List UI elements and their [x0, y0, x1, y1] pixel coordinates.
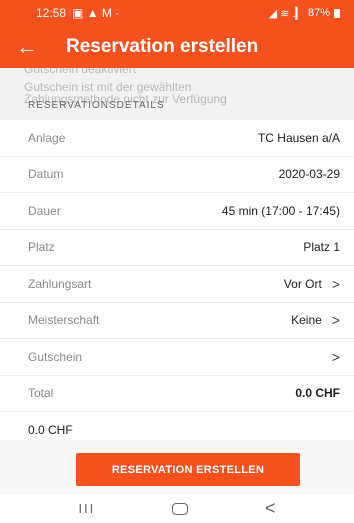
row-label: Total — [28, 386, 54, 401]
battery-percent: 87% — [307, 7, 330, 19]
system-nav-bar: III < — [0, 494, 354, 523]
row-value: Keine — [291, 313, 322, 328]
row-value-group: > — [322, 349, 340, 365]
battery-icon — [334, 8, 340, 18]
row-label: Anlage — [28, 130, 66, 145]
create-reservation-button[interactable]: RESERVATION ERSTELLEN — [76, 453, 300, 486]
page-title: Reservation erstellen — [66, 36, 259, 57]
row-value: 2020-03-29 — [278, 167, 340, 182]
status-right: ◢ ≋ .▎ 87% — [269, 7, 340, 20]
recents-icon[interactable]: III — [78, 501, 95, 516]
status-bar: 12:58 ▣ ▲ M · ◢ ≋ .▎ 87% — [0, 0, 354, 26]
row-value: Platz 1 — [303, 240, 340, 255]
price-value: 0.0 CHF — [28, 423, 73, 438]
row-value: Vor Ort — [283, 276, 322, 291]
row-value: 45 min (17:00 - 17:45) — [221, 203, 340, 218]
notice-line-1: Gutschein deaktiviert — [24, 68, 137, 76]
home-icon[interactable] — [172, 502, 189, 515]
row-value-group: Keine > — [291, 312, 340, 328]
app-bar: ← Reservation erstellen — [0, 26, 354, 68]
row-label: Datum — [28, 167, 64, 182]
row-total: Total 0.0 CHF — [0, 376, 354, 412]
chevron-right-icon: > — [331, 312, 340, 329]
row-gutschein[interactable]: Gutschein > — [0, 339, 354, 376]
notification-icons: ▣ ▲ M · — [72, 6, 120, 20]
back-icon[interactable]: < — [265, 498, 276, 519]
row-label: Zahlungsart — [28, 276, 92, 291]
row-value: TC Hausen a/A — [257, 130, 340, 145]
row-value-group: Vor Ort > — [284, 276, 340, 292]
total-value: 0.0 CHF — [295, 386, 340, 401]
chevron-right-icon: > — [331, 275, 340, 292]
row-label: Platz — [28, 240, 55, 255]
row-zahlungsart[interactable]: Zahlungsart Vor Ort > — [0, 266, 354, 303]
status-left: 12:58 ▣ ▲ M · — [36, 6, 119, 20]
voucher-disabled-notice: Gutschein deaktiviert Gutschein ist mit … — [0, 68, 354, 120]
row-label: Gutschein — [28, 349, 83, 364]
row-datum: Datum 2020-03-29 — [0, 157, 354, 193]
section-header: RESERVATIONSDETAILS — [28, 100, 165, 111]
chevron-right-icon: > — [331, 348, 340, 365]
row-anlage: Anlage TC Hausen a/A — [0, 120, 354, 157]
details-list: Anlage TC Hausen a/A Datum 2020-03-29 Da… — [0, 120, 354, 449]
signal-icons: ◢ ≋ .▎ — [268, 7, 304, 20]
back-arrow-icon[interactable]: ← — [0, 26, 54, 68]
row-label: Dauer — [28, 203, 61, 218]
row-meisterschaft[interactable]: Meisterschaft Keine > — [0, 303, 354, 339]
row-platz: Platz Platz 1 — [0, 230, 354, 266]
row-label: Meisterschaft — [28, 313, 100, 328]
row-dauer: Dauer 45 min (17:00 - 17:45) — [0, 193, 354, 230]
status-time: 12:58 — [36, 6, 67, 20]
